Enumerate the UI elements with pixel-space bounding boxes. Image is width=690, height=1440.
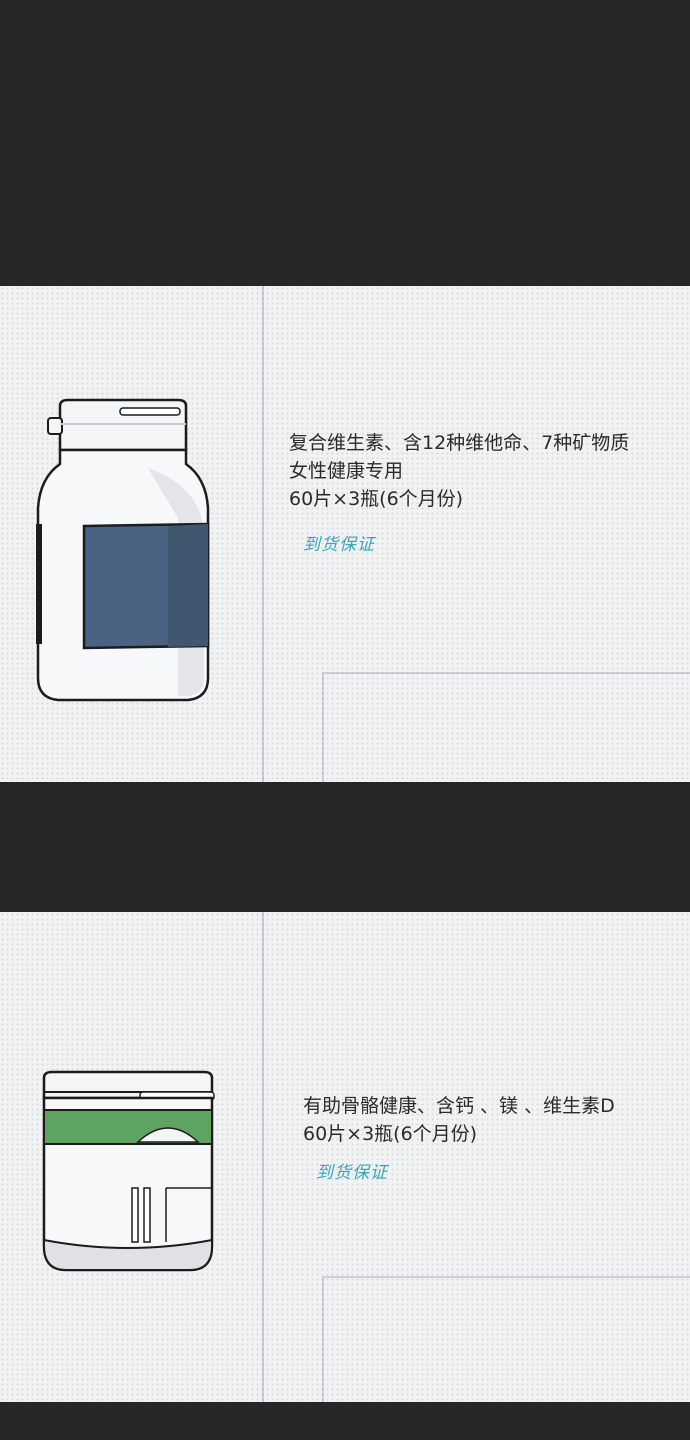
caption-line: 有助骨骼健康、含钙 、镁 、维生素D	[303, 1095, 615, 1117]
caption-line: 60片×3瓶(6个月份)	[303, 1123, 478, 1145]
delivery-guarantee-stamp: 到货保证	[303, 535, 375, 555]
product-caption: 有助骨骼健康、含钙 、镁 、维生素D 60片×3瓶(6个月份)	[303, 1092, 615, 1148]
delivery-guarantee-stamp: 到货保证	[316, 1163, 388, 1183]
panel-multivitamin: 复合维生素、含12种维他命、7种矿物质 女性健康专用 60片×3瓶(6个月份) …	[0, 286, 690, 782]
panel-calcium: 有助骨骼健康、含钙 、镁 、维生素D 60片×3瓶(6个月份) 到货保证	[0, 912, 690, 1402]
product-caption: 复合维生素、含12种维他命、7种矿物质 女性健康专用 60片×3瓶(6个月份)	[289, 429, 629, 513]
caption-line: 复合维生素、含12种维他命、7种矿物质	[289, 432, 630, 454]
calcium-jar-illustration	[42, 1070, 215, 1272]
frame-corner	[322, 672, 690, 782]
frame-corner	[322, 1276, 690, 1402]
caption-line: 女性健康专用	[289, 460, 404, 482]
multivitamin-bottle-illustration	[36, 398, 210, 702]
panel-divider	[262, 912, 264, 1402]
panel-divider	[262, 286, 264, 782]
caption-line: 60片×3瓶(6个月份)	[289, 488, 464, 510]
